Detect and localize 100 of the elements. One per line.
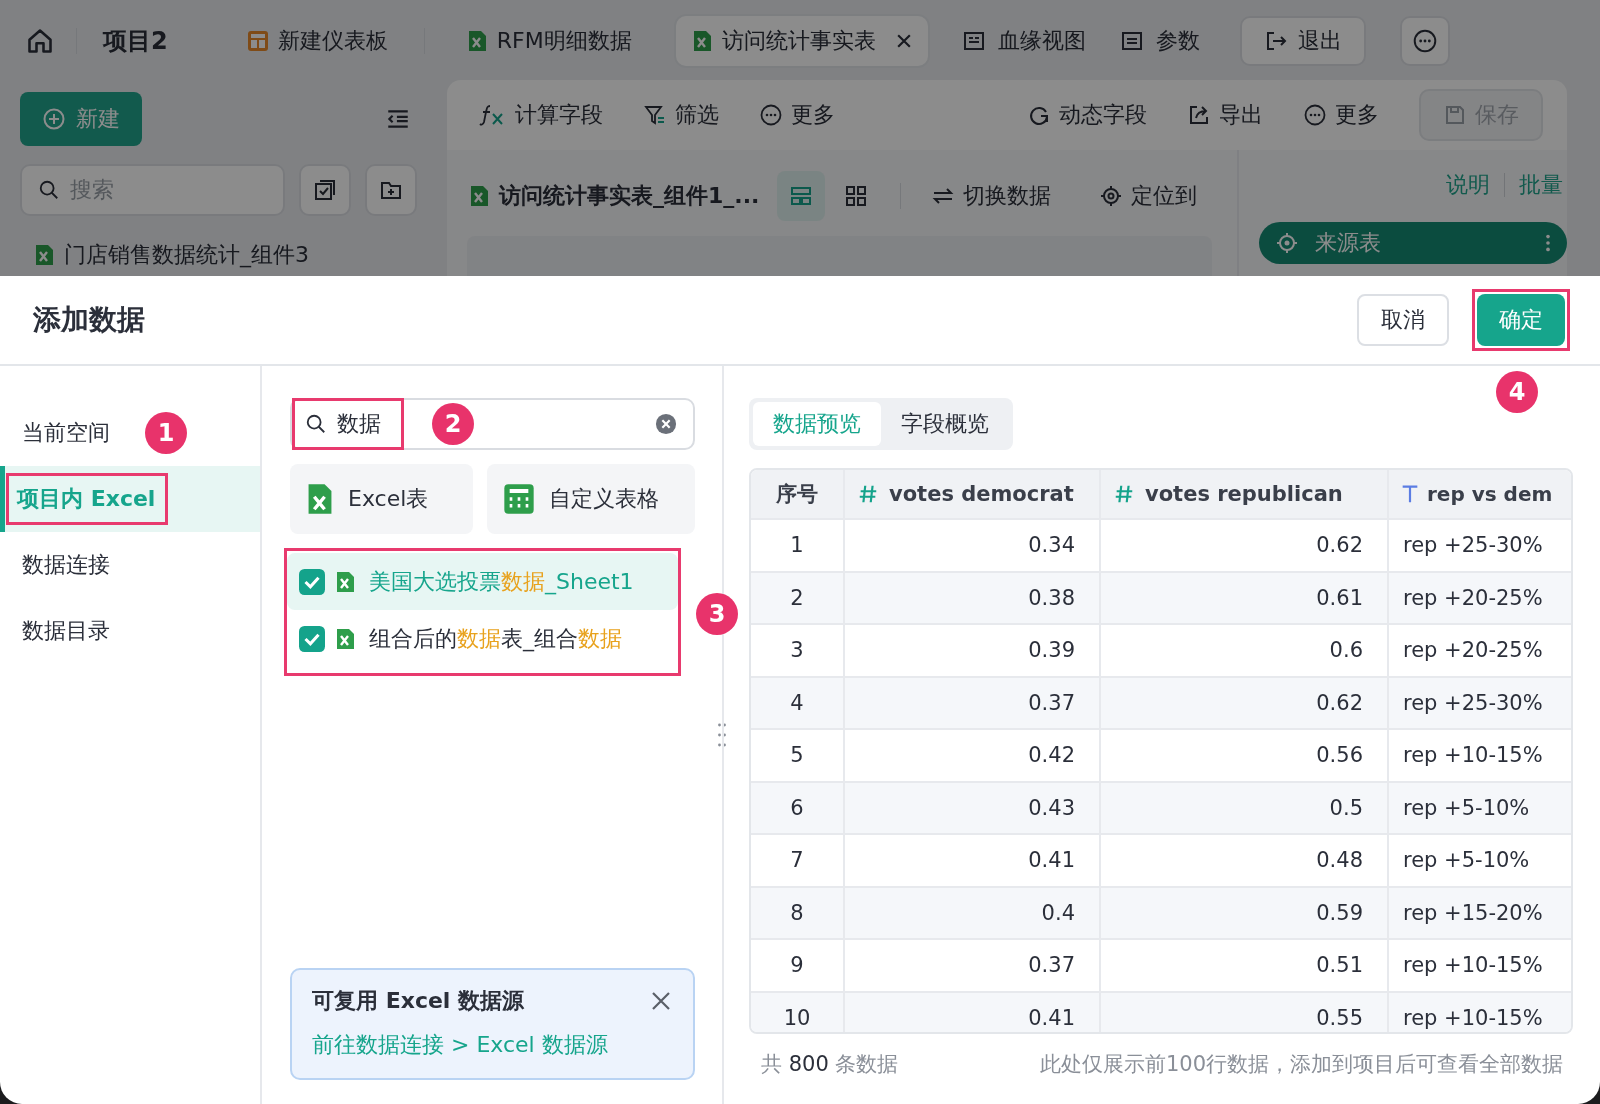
toolbar-label: 动态字段 [1059,101,1147,129]
crosshair-icon [1275,231,1299,255]
toolbar-label: 更多 [791,101,835,129]
toolbar-button[interactable]: 导出 [1187,100,1263,130]
source-type-card[interactable]: Excel表 [290,464,473,534]
table-view-icon [789,184,814,208]
table-cell: 0.55 [1316,1005,1363,1030]
drag-handle-icon[interactable] [717,722,727,748]
confirm-button[interactable]: 确定 [1477,294,1565,346]
table-cell: 0.56 [1316,743,1363,768]
toolbar-label: 切换数据 [963,182,1051,210]
table-cell: rep +10-15% [1403,1005,1543,1030]
nav-link-label: 参数 [1155,27,1200,55]
table-cell: 0.62 [1316,690,1363,715]
nav-link[interactable]: 血缘视图 [961,26,1086,56]
home-icon[interactable] [26,27,54,55]
nav-item[interactable]: 项目内 Excel [0,466,260,532]
table-cell: rep +25-30% [1403,533,1543,558]
number-type-icon [857,483,879,505]
nav-link[interactable]: 参数 [1119,26,1200,56]
table-cell: 2 [790,585,804,610]
table-cell: 0.39 [1028,638,1075,663]
table-cell: 0.38 [1028,585,1075,610]
file-tab[interactable]: 新建仪表板 [231,16,402,66]
file-tab[interactable]: RFM明细数据 [450,16,646,66]
table-cell: rep +20-25% [1403,585,1543,610]
table-cell: 10 [783,1005,811,1030]
save-icon [1443,103,1467,127]
toolbar-label: 计算字段 [515,101,603,129]
table-cell: rep +10-15% [1403,743,1543,768]
tab-label: 访问统计事实表 [721,27,876,55]
export-icon [1187,103,1211,127]
filter-icon [643,103,667,127]
source-table-item[interactable]: 来源表 [1259,222,1567,264]
toolbar-button[interactable]: 动态字段 [1027,100,1147,130]
table-cell: rep +10-15% [1403,953,1543,978]
nav-item-label: 当前空间 [22,419,110,447]
toolbar-button[interactable]: 计算字段 [477,100,603,130]
table-cell: 3 [790,638,804,663]
file-tab[interactable]: 访问统计事实表 [675,16,928,66]
project-title: 项目2 [103,26,168,57]
more-icon [759,103,783,127]
source-type-card[interactable]: 自定义表格 [487,464,695,534]
tree-item[interactable]: 门店销售数据统计_组件3 [64,240,309,270]
more-vertical-icon[interactable] [1545,232,1551,254]
more-icon [1303,103,1327,127]
toolbar-label: 导出 [1219,101,1263,129]
cancel-button[interactable]: 取消 [1357,294,1449,346]
table-cell: 0.6 [1329,638,1363,663]
step-badge: 2 [432,403,474,445]
table-cell: 0.37 [1028,953,1075,978]
dialog-title: 添加数据 [33,302,145,338]
table-cell: rep +20-25% [1403,638,1543,663]
nav-item[interactable]: 数据目录 [0,598,260,664]
preview-note: 此处仅展示前100行数据，添加到项目后可查看全部数据 [1039,1051,1563,1078]
dashboard-icon [245,29,270,53]
search-placeholder: 搜索 [70,176,114,204]
table-cell: 4 [790,690,804,715]
source-table-label: 来源表 [1315,229,1382,257]
nav-link-label: 血缘视图 [997,27,1086,55]
preview-tab[interactable]: 字段概览 [881,402,1009,446]
more-button[interactable] [1399,16,1450,66]
toolbar-button[interactable]: 切换数据 [931,181,1051,211]
toolbar-button[interactable]: 更多 [759,100,835,130]
crosshair-icon [1099,184,1123,208]
toolbar-button[interactable]: 更多 [1303,100,1379,130]
table-cell: rep +25-30% [1403,690,1543,715]
notice-link[interactable]: 前往数据连接 > Excel 数据源 [312,1030,673,1060]
nav-item-label: 数据目录 [22,617,110,645]
toolbar-label: 更多 [1335,101,1379,129]
toolbar-label: 定位到 [1131,182,1197,210]
search-field[interactable]: 数据 2 [290,398,695,450]
table-cell: 6 [790,795,804,820]
table-cell: 0.61 [1316,585,1363,610]
checkbox[interactable] [299,625,325,652]
toolbar-button[interactable]: 定位到 [1099,181,1197,211]
view-toggle[interactable] [777,171,825,221]
toolbar-button[interactable]: 筛选 [643,100,719,130]
result-name[interactable]: 组合后的数据表_组合数据 [369,623,622,654]
new-folder-button[interactable] [365,164,417,216]
exit-button[interactable]: 退出 [1239,16,1366,66]
table-cell: rep +15-20% [1403,900,1543,925]
table-cell: 0.43 [1028,795,1075,820]
table-cell: 0.62 [1316,533,1363,558]
clear-icon[interactable] [655,413,677,435]
nav-item[interactable]: 数据连接 [0,532,260,598]
table-cell: 0.41 [1028,848,1075,873]
preview-tab[interactable]: 数据预览 [753,402,881,446]
toolbar-label: 筛选 [675,101,719,129]
checkbox[interactable] [299,568,325,595]
plus-circle-icon [42,107,66,131]
tab-label: 新建仪表板 [277,27,388,55]
multi-select-button[interactable] [299,164,351,216]
table-cell: 0.4 [1041,900,1075,925]
spreadsheet-file-icon [306,483,334,515]
grid-view-icon [844,184,869,208]
table-cell: 0.51 [1316,953,1363,978]
table-cell: 0.48 [1316,848,1363,873]
step-badge: 1 [145,412,187,454]
nav-item[interactable]: 当前空间 1 [0,400,260,466]
